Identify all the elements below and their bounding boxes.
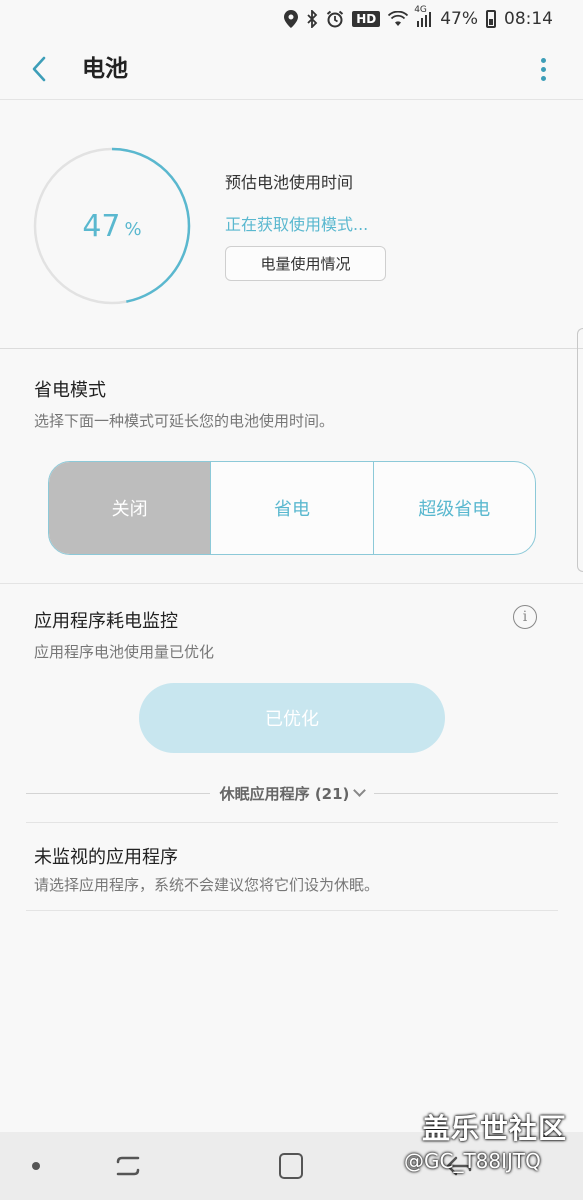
power-mode-selector: 关闭 省电 超级省电: [48, 461, 536, 555]
signal-icon: 4G: [414, 5, 432, 29]
more-options-button[interactable]: [531, 52, 555, 86]
nav-dot-icon[interactable]: [32, 1162, 40, 1170]
unmonitored-apps-subtitle: 请选择应用程序，系统不会建议您将它们设为休眠。: [34, 876, 380, 894]
bluetooth-icon: [306, 9, 318, 29]
divider: [26, 792, 210, 794]
back-button[interactable]: [22, 52, 56, 86]
sleeping-apps-row[interactable]: 休眠应用程序 (21): [26, 781, 558, 805]
unmonitored-apps-title: 未监视的应用程序: [34, 847, 178, 868]
sleeping-apps-label: 休眠应用程序 (21): [219, 784, 350, 803]
battery-icon: [486, 9, 496, 29]
home-button-icon[interactable]: [279, 1153, 303, 1179]
back-chevron-icon: [32, 56, 46, 82]
battery-percent-display: 47 %: [33, 147, 191, 305]
app-power-monitor-section: 应用程序耗电监控 应用程序电池使用量已优化 i 已优化 休眠应用程序 (21): [0, 585, 583, 815]
watermark-handle: @GC_T88IJTQ: [404, 1149, 541, 1173]
watermark-title: 盖乐世社区: [422, 1112, 568, 1145]
wifi-icon: [388, 9, 409, 29]
battery-percent-value: 47: [82, 208, 121, 244]
app-header: 电池: [0, 38, 583, 100]
power-saving-subtitle: 选择下面一种模式可延长您的电池使用时间。: [34, 412, 335, 430]
chevron-down-icon: [353, 784, 367, 797]
battery-percent-symbol: %: [124, 218, 142, 240]
page-title: 电池: [82, 56, 128, 82]
battery-summary: 47 % 预估电池使用时间 正在获取使用模式... 电量使用情况: [0, 101, 583, 349]
mode-ultra-power-saving[interactable]: 超级省电: [374, 462, 535, 554]
clock: 08:14: [504, 9, 553, 29]
battery-percent: 47%: [440, 9, 478, 29]
mode-off[interactable]: 关闭: [49, 462, 212, 554]
hd-badge: HD: [352, 11, 381, 27]
divider: [374, 792, 558, 794]
info-icon[interactable]: i: [513, 605, 537, 629]
more-vert-icon: [540, 57, 546, 63]
location-icon: [284, 9, 299, 29]
power-saving-title: 省电模式: [34, 380, 106, 401]
status-bar: HD 4G 47% 08:14: [0, 0, 583, 38]
app-monitor-subtitle: 应用程序电池使用量已优化: [34, 643, 215, 661]
estimate-label: 预估电池使用时间: [225, 173, 354, 192]
optimized-button[interactable]: 已优化: [139, 683, 445, 753]
power-saving-section: 省电模式 选择下面一种模式可延长您的电池使用时间。 关闭 省电 超级省电: [0, 350, 583, 584]
sleeping-apps-toggle[interactable]: 休眠应用程序 (21): [210, 783, 375, 804]
mode-power-saving[interactable]: 省电: [211, 462, 374, 554]
edge-panel-handle[interactable]: [577, 328, 583, 572]
app-monitor-title: 应用程序耗电监控: [34, 611, 178, 632]
estimate-status: 正在获取使用模式...: [225, 215, 369, 234]
alarm-icon: [326, 9, 344, 29]
recent-apps-icon[interactable]: [114, 1152, 142, 1180]
network-type: 4G: [414, 5, 427, 15]
battery-usage-button[interactable]: 电量使用情况: [225, 246, 386, 281]
unmonitored-apps-item[interactable]: 未监视的应用程序 请选择应用程序，系统不会建议您将它们设为休眠。: [26, 822, 558, 911]
